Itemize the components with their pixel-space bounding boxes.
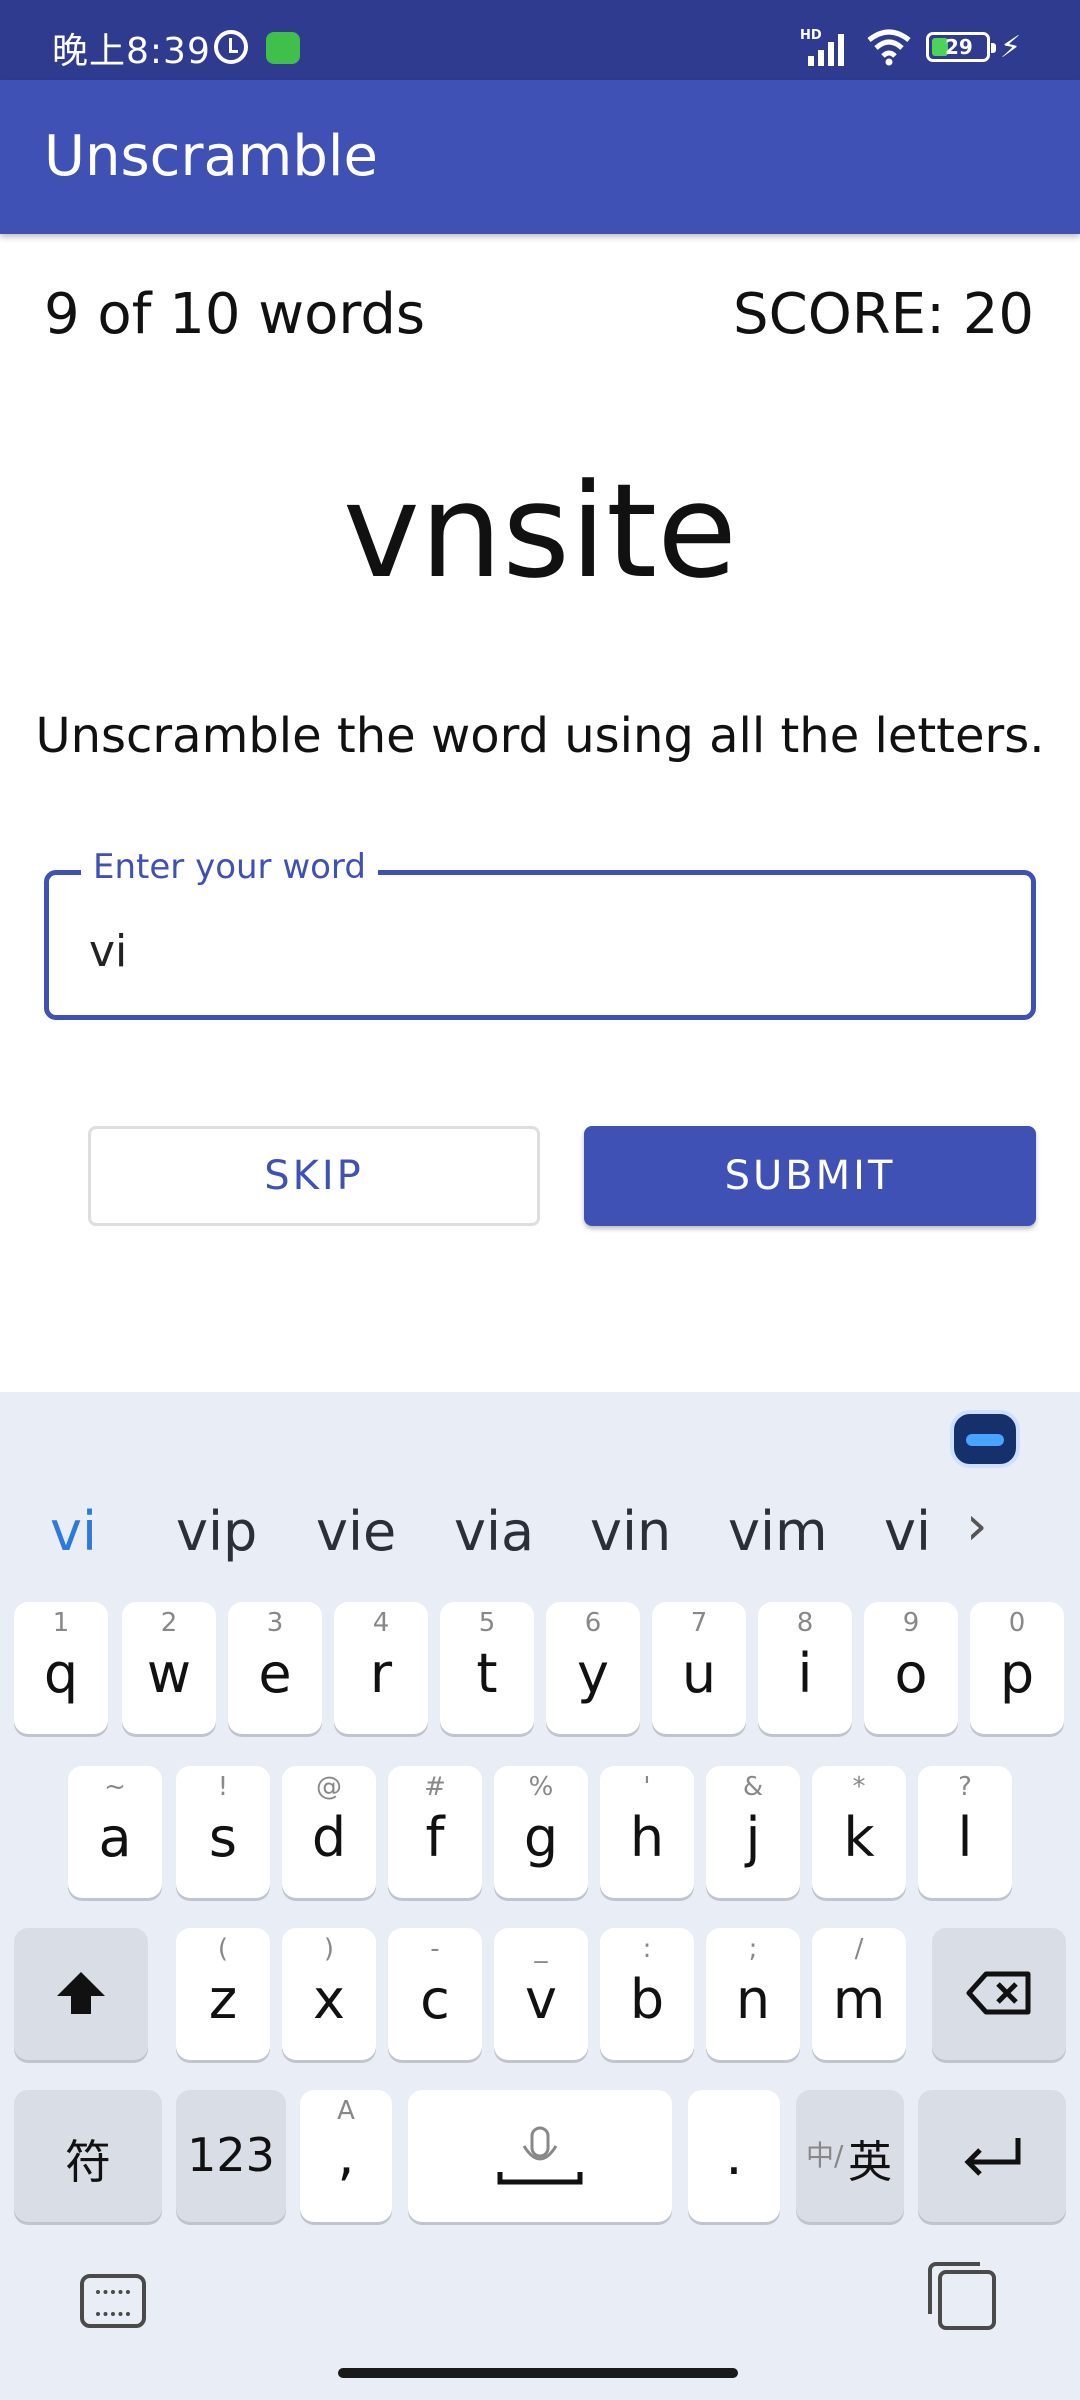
suggestion-item[interactable]: vim — [728, 1500, 828, 1563]
suggestion-item[interactable]: vie — [316, 1500, 396, 1563]
key-t[interactable]: 5t — [440, 1602, 534, 1734]
numbers-key[interactable]: 123 — [176, 2090, 286, 2222]
key-y[interactable]: 6y — [546, 1602, 640, 1734]
microphone-icon — [497, 2126, 583, 2185]
wifi-icon — [867, 29, 911, 66]
suggestion-item[interactable]: vip — [176, 1500, 257, 1563]
instructions: Unscramble the word using all the letter… — [35, 708, 1045, 764]
key-o[interactable]: 9o — [864, 1602, 958, 1734]
enter-return-icon — [964, 2138, 1021, 2176]
battery-icon: 29 — [926, 32, 996, 62]
shift-arrow-icon — [57, 1972, 105, 2014]
battery-level: 29 — [945, 35, 973, 59]
key-i[interactable]: 8i — [758, 1602, 852, 1734]
key-v[interactable]: _ v — [494, 1928, 588, 2060]
keyboard-hide-icon[interactable] — [80, 2274, 146, 2328]
key-x[interactable]: ) x — [282, 1928, 376, 2060]
key-j[interactable]: & j — [706, 1766, 800, 1898]
charging-icon: ⚡ — [1000, 30, 1022, 65]
skip-button[interactable]: SKIP — [88, 1126, 540, 1226]
clipboard-icon[interactable] — [928, 2262, 996, 2330]
key-k[interactable]: * k — [812, 1766, 906, 1898]
backspace-key[interactable] — [932, 1928, 1066, 2060]
status-bar: 晚上8:39 HD 29 ⚡ — [0, 0, 1080, 80]
suggestion-item[interactable]: vi — [50, 1500, 97, 1563]
alarm-icon — [214, 30, 248, 64]
key-s[interactable]: ! s — [176, 1766, 270, 1898]
scrambled-word: vnsite — [342, 455, 738, 607]
key-l[interactable]: ? l — [918, 1766, 1012, 1898]
key-z[interactable]: (z — [176, 1928, 270, 2060]
app-notification-icon — [266, 32, 300, 64]
comma-key[interactable]: A, — [300, 2090, 392, 2222]
key-m[interactable]: / m — [812, 1928, 906, 2060]
key-n[interactable]: ; n — [706, 1928, 800, 2060]
key-c[interactable]: -c — [388, 1928, 482, 2060]
assistant-robot-icon[interactable] — [950, 1410, 1020, 1468]
suggestion-item[interactable]: vi — [884, 1500, 948, 1563]
key-d[interactable]: @ d — [282, 1766, 376, 1898]
key-p[interactable]: 0p — [970, 1602, 1064, 1734]
key-r[interactable]: 4r — [334, 1602, 428, 1734]
suggestion-item[interactable]: via — [454, 1500, 534, 1563]
word-count: 9 of 10 words — [44, 282, 426, 347]
enter-key[interactable] — [918, 2090, 1066, 2222]
shift-key[interactable] — [14, 1928, 148, 2060]
word-field-label: Enter your word — [81, 847, 378, 887]
key-q[interactable]: 1q — [14, 1602, 108, 1734]
key-g[interactable]: % g — [494, 1766, 588, 1898]
language-switch-key[interactable]: 中/ 英 — [796, 2090, 904, 2222]
status-time: 晚上8:39 — [52, 31, 211, 72]
home-indicator[interactable] — [338, 2368, 738, 2378]
backspace-icon — [966, 1971, 1031, 2015]
word-input[interactable] — [89, 919, 989, 983]
key-w[interactable]: 2w — [122, 1602, 216, 1734]
word-text-field[interactable]: Enter your word — [44, 847, 1036, 1020]
symbols-key[interactable]: 符 — [14, 2090, 162, 2222]
suggestion-item[interactable]: vin — [590, 1500, 671, 1563]
key-h[interactable]: ' h — [600, 1766, 694, 1898]
score: SCORE: 20 — [733, 282, 1034, 347]
key-b[interactable]: :b — [600, 1928, 694, 2060]
submit-button[interactable]: SUBMIT — [584, 1126, 1036, 1226]
key-e[interactable]: 3e — [228, 1602, 322, 1734]
suggestion-bar: vi vip vie via vin vim vi › — [0, 1492, 1080, 1582]
space-key[interactable] — [408, 2090, 672, 2222]
key-f[interactable]: # f — [388, 1766, 482, 1898]
app-title: Unscramble — [44, 124, 378, 189]
period-key[interactable]: . — [688, 2090, 780, 2222]
signal-icon — [808, 30, 850, 66]
key-u[interactable]: 7u — [652, 1602, 746, 1734]
chevron-right-icon[interactable]: › — [966, 1494, 988, 1557]
app-bar: Unscramble — [0, 80, 1080, 234]
key-a[interactable]: ~ a — [68, 1766, 162, 1898]
